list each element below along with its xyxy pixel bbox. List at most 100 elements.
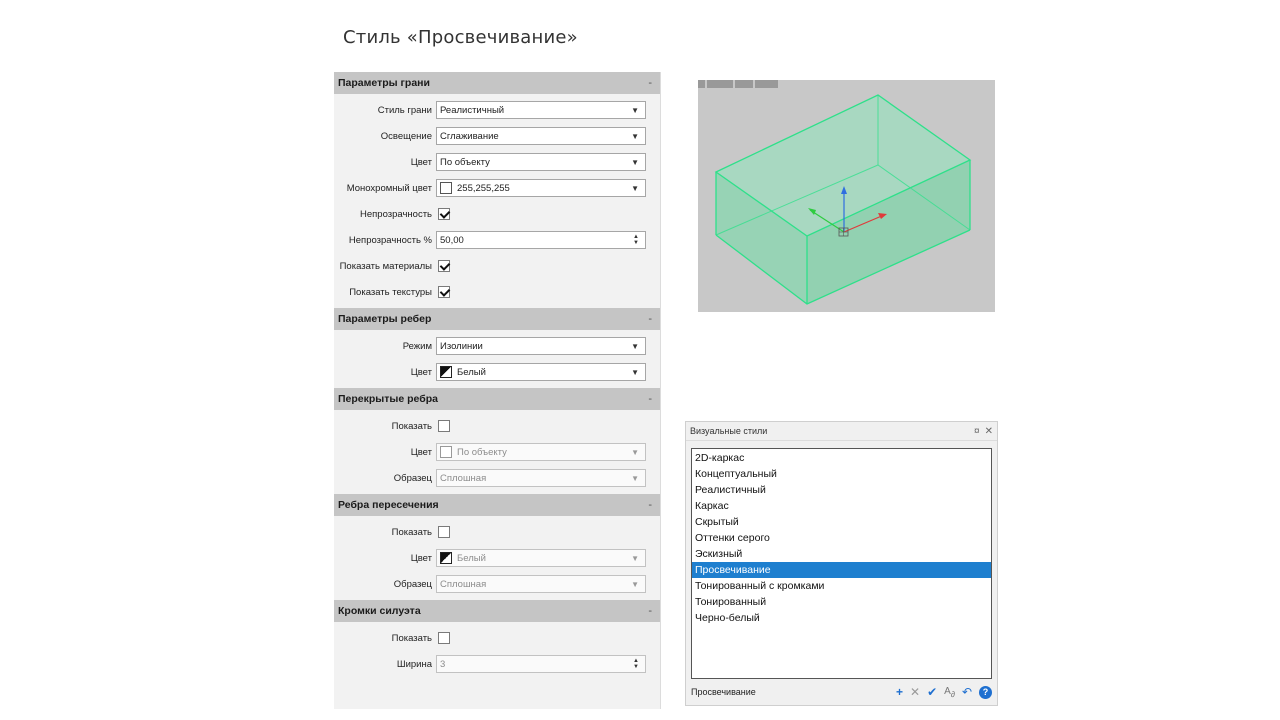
palette-title: Визуальные стили — [690, 426, 768, 436]
visual-style-item[interactable]: Эскизный — [692, 546, 991, 562]
opacity-label: Непрозрачность — [360, 208, 432, 220]
3d-viewport[interactable] — [698, 80, 995, 312]
chevron-down-icon: ▼ — [631, 553, 639, 563]
row-occluded-pattern: Образец Сплошная ▼ — [334, 466, 660, 490]
collapse-icon[interactable]: - — [648, 77, 652, 89]
lighting-value: Сглаживание — [440, 130, 499, 142]
intersection-show-label: Показать — [391, 526, 432, 538]
intersection-show-checkbox[interactable] — [438, 526, 450, 538]
spinner-arrows-icon[interactable]: ▲ ▼ — [633, 658, 639, 670]
apply-style-icon[interactable]: ✔ — [927, 685, 937, 699]
visual-styles-list[interactable]: 2D-каркас Концептуальный Реалистичный Карка… — [691, 448, 992, 679]
opacity-pct-spinner[interactable]: 50,00 ▲ ▼ — [436, 231, 646, 249]
silhouette-show-label: Показать — [391, 632, 432, 644]
section-face-header[interactable]: Параметры грани - — [334, 72, 660, 94]
silhouette-width-label: Ширина — [396, 658, 432, 670]
row-occluded-color: Цвет По объекту ▼ — [334, 440, 660, 464]
collapse-icon[interactable]: - — [648, 313, 652, 325]
chevron-down-icon: ▼ — [631, 341, 639, 351]
slide-title: Стиль «Просвечивание» — [343, 27, 578, 48]
collapse-icon[interactable]: - — [648, 499, 652, 511]
visual-style-item[interactable]: 2D-каркас — [692, 450, 991, 466]
visual-style-item[interactable]: Концептуальный — [692, 466, 991, 482]
visual-style-item[interactable]: Реалистичный — [692, 482, 991, 498]
show-textures-label: Показать текстуры — [349, 286, 432, 298]
intersection-pattern-combo[interactable]: Сплошная ▼ — [436, 575, 646, 593]
occluded-show-checkbox[interactable] — [438, 420, 450, 432]
face-color-combo[interactable]: По объекту ▼ — [436, 153, 646, 171]
opacity-checkbox[interactable] — [438, 208, 450, 220]
row-opacity-pct: Непрозрачность % 50,00 ▲ ▼ — [334, 228, 660, 252]
export-style-icon[interactable]: A∂ — [944, 686, 955, 699]
current-style-name: Просвечивание — [691, 687, 756, 697]
pin-icon[interactable]: ¤ — [974, 426, 980, 437]
visual-style-item[interactable]: Тонированный — [692, 594, 991, 610]
mono-color-label: Монохромный цвет — [346, 182, 432, 194]
visual-style-item[interactable]: Просвечивание — [692, 562, 991, 578]
edge-mode-combo[interactable]: Изолинии ▼ — [436, 337, 646, 355]
edge-mode-label: Режим — [402, 340, 432, 352]
row-silhouette-show: Показать — [334, 626, 660, 650]
visual-style-properties-panel: Параметры грани - Стиль грани Реалистичн… — [334, 72, 661, 709]
intersection-color-combo[interactable]: Белый ▼ — [436, 549, 646, 567]
lighting-combo[interactable]: Сглаживание ▼ — [436, 127, 646, 145]
close-icon[interactable]: ✕ — [985, 426, 993, 437]
silhouette-show-checkbox[interactable] — [438, 632, 450, 644]
occluded-color-combo[interactable]: По объекту ▼ — [436, 443, 646, 461]
edge-color-label: Цвет — [410, 366, 432, 378]
occluded-pattern-combo[interactable]: Сплошная ▼ — [436, 469, 646, 487]
section-intersection-body: Показать Цвет Белый ▼ Образец Сплошная ▼ — [334, 516, 660, 600]
show-materials-checkbox[interactable] — [438, 260, 450, 272]
intersection-pattern-value: Сплошная — [440, 578, 487, 590]
occluded-pattern-value: Сплошная — [440, 472, 487, 484]
section-occluded-body: Показать Цвет По объекту ▼ Образец Сплош… — [334, 410, 660, 494]
section-occluded-title: Перекрытые ребра — [338, 393, 438, 405]
black-white-swatch-icon — [440, 366, 452, 378]
section-silhouette-header[interactable]: Кромки силуэта - — [334, 600, 660, 622]
occluded-color-label: Цвет — [410, 446, 432, 458]
visual-styles-palette: Визуальные стили ¤ ✕ 2D-каркас Концептуал… — [685, 421, 998, 706]
row-face-style: Стиль грани Реалистичный ▼ — [334, 98, 660, 122]
undo-icon[interactable]: ↶ — [962, 685, 972, 699]
delete-style-icon[interactable]: ✕ — [910, 685, 920, 699]
visual-style-item[interactable]: Черно-белый — [692, 610, 991, 626]
section-intersection-header[interactable]: Ребра пересечения - — [334, 494, 660, 516]
row-silhouette-width: Ширина 3 ▲ ▼ — [334, 652, 660, 676]
transparent-box-drawing — [714, 94, 972, 305]
face-style-combo[interactable]: Реалистичный ▼ — [436, 101, 646, 119]
section-silhouette-title: Кромки силуэта — [338, 605, 421, 617]
silhouette-width-value: 3 — [440, 658, 446, 670]
collapse-icon[interactable]: - — [648, 393, 652, 405]
section-occluded-header[interactable]: Перекрытые ребра - — [334, 388, 660, 410]
edge-color-combo[interactable]: Белый ▼ — [436, 363, 646, 381]
row-mono-color: Монохромный цвет 255,255,255 ▼ — [334, 176, 660, 200]
row-intersection-color: Цвет Белый ▼ — [334, 546, 660, 570]
occluded-show-label: Показать — [391, 420, 432, 432]
visual-style-item[interactable]: Тонированный с кромками — [692, 578, 991, 594]
chevron-down-icon: ▼ — [631, 473, 639, 483]
edge-color-value: Белый — [457, 366, 486, 378]
face-color-value: По объекту — [440, 156, 490, 168]
section-edge-header[interactable]: Параметры ребер - — [334, 308, 660, 330]
row-opacity: Непрозрачность — [334, 202, 660, 226]
edge-mode-value: Изолинии — [440, 340, 483, 352]
add-style-icon[interactable]: + — [896, 685, 903, 699]
mono-color-combo[interactable]: 255,255,255 ▼ — [436, 179, 646, 197]
palette-titlebar[interactable]: Визуальные стили ¤ ✕ — [686, 422, 997, 441]
visual-style-item[interactable]: Каркас — [692, 498, 991, 514]
face-style-value: Реалистичный — [440, 104, 505, 116]
row-lighting: Освещение Сглаживание ▼ — [334, 124, 660, 148]
visual-style-item[interactable]: Оттенки серого — [692, 530, 991, 546]
spinner-arrows-icon[interactable]: ▲ ▼ — [633, 234, 639, 246]
help-icon[interactable]: ? — [979, 685, 992, 699]
chevron-down-icon: ▼ — [631, 183, 639, 193]
show-textures-checkbox[interactable] — [438, 286, 450, 298]
collapse-icon[interactable]: - — [648, 605, 652, 617]
intersection-color-label: Цвет — [410, 552, 432, 564]
row-face-color: Цвет По объекту ▼ — [334, 150, 660, 174]
silhouette-width-spinner[interactable]: 3 ▲ ▼ — [436, 655, 646, 673]
white-swatch-icon — [440, 446, 452, 458]
show-materials-label: Показать материалы — [339, 260, 432, 272]
opacity-pct-value: 50,00 — [440, 234, 464, 246]
visual-style-item[interactable]: Скрытый — [692, 514, 991, 530]
